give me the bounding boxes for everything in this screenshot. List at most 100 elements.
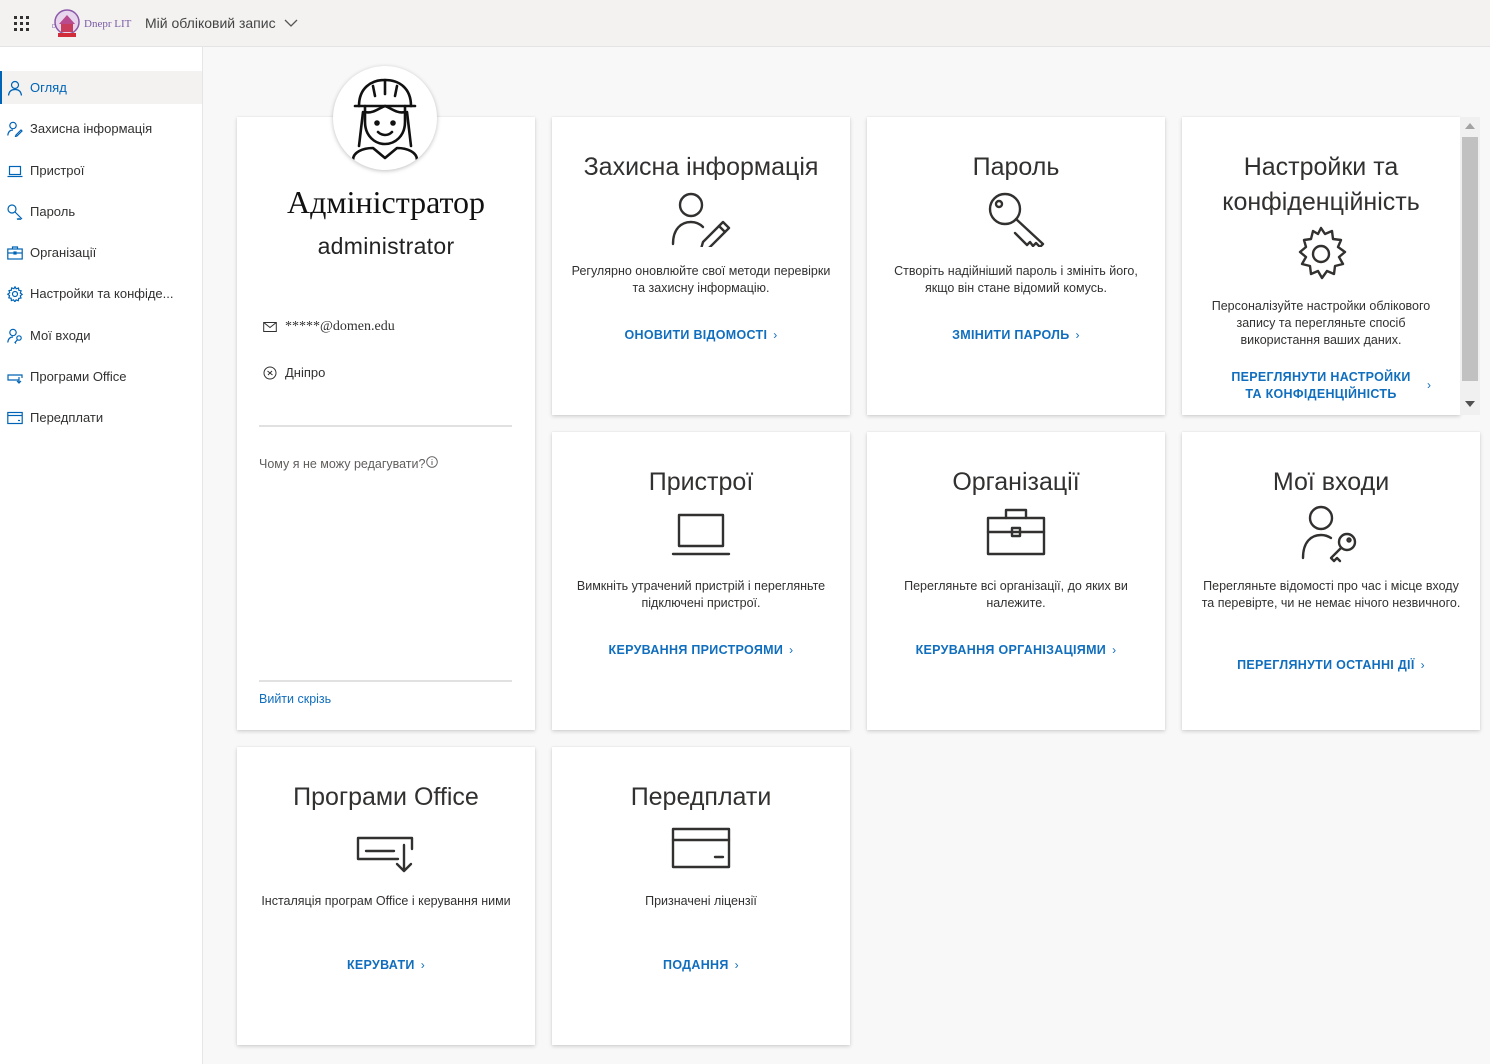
my-signins-card: Мої входи Перегляньте відомості про час … [1182,432,1480,730]
scroll-thumb[interactable] [1462,137,1478,381]
card-description: Перегляньте відомості про час і місце вх… [1201,579,1461,610]
sidebar-item-office-apps[interactable]: Програми Office [0,360,202,393]
mail-icon [263,322,277,332]
chevron-right-icon: › [1112,643,1117,657]
account-menu-dropdown[interactable]: Мій обліковий запис [145,15,298,31]
sidebar-item-label: Пристрої [30,162,85,178]
person-key-icon [1301,504,1361,569]
scroll-up-icon[interactable] [1465,123,1475,129]
card-link-label: КЕРУВАННЯ ОРГАНІЗАЦІЯМИ [915,643,1107,657]
person-icon [7,80,23,96]
card-description: Призначені ліцензії [645,894,757,908]
subscriptions-card: Передплати Призначені ліцензії ПОДАННЯ › [552,747,850,1045]
key-icon [987,191,1045,252]
card-link-label: ЗМІНИТИ ПАРОЛЬ [952,328,1070,342]
laptop-icon [671,512,731,563]
card-description: Перегляньте всі організації, до яких ви … [904,579,1128,610]
sidebar-item-label: Пароль [30,203,76,219]
svg-text:D: D [52,24,56,30]
card-title: Захисна інформація [583,153,819,181]
avatar[interactable] [333,66,437,170]
sidebar-item-label: Передплати [30,410,104,426]
profile-divider [259,425,512,427]
sidebar-item-subscriptions[interactable]: Передплати [0,401,202,434]
profile-location-row: Дніпро [263,365,325,380]
password-card: Пароль Створіть надійніший пароль і змін… [867,117,1165,415]
sidebar-item-devices[interactable]: Пристрої [0,154,202,187]
sidebar-item-label: Настройки та конфіде... [30,286,174,302]
why-cant-edit-label: Чому я не можу редагувати? [259,457,426,471]
why-cant-edit: Чому я не можу редагувати? [259,456,439,471]
card-title: Мої входи [1272,468,1390,496]
view-settings-privacy-link[interactable]: ПЕРЕГЛЯНУТИ НАСТРОЙКИ ТА КОНФІДЕНЦІЙНІСТ… [1182,369,1460,403]
update-info-link[interactable]: ОНОВИТИ ВІДОМОСТІ › [552,327,850,344]
card-description: Створіть надійніший пароль і змініть йог… [894,264,1138,295]
location-icon [263,366,277,379]
info-icon[interactable] [426,456,439,468]
gear-icon [1292,225,1350,288]
sidebar-item-label: Захисна інформація [30,121,153,137]
organizations-card: Організації Перегляньте всі організації,… [867,432,1165,730]
top-bar: D Dnepr LIT Мій обліковий запис [0,0,1490,47]
sidebar: Огляд Захисна інформація Пристрої Пароль… [0,47,203,1064]
profile-email: *****@domen.edu [285,319,395,334]
card-title: Пароль [972,153,1060,181]
app-launcher-icon[interactable] [12,14,32,34]
profile-divider [259,680,512,682]
sidebar-item-my-signins[interactable]: Мої входи [0,319,202,352]
card-title: Програми Office [293,783,479,811]
manage-office-apps-link[interactable]: КЕРУВАТИ › [237,957,535,974]
card-description: Інсталяція програм Office і керування ни… [261,894,511,908]
manage-devices-link[interactable]: КЕРУВАННЯ ПРИСТРОЯМИ › [552,642,850,659]
chevron-right-icon: › [1427,378,1431,392]
account-menu-label: Мій обліковий запис [145,15,276,31]
sidebar-item-label: Мої входи [30,327,91,343]
card-title: Передплати [630,783,772,811]
sign-out-everywhere-link[interactable]: Вийти скрізь [259,692,331,706]
chevron-right-icon: › [773,328,778,342]
person-key-icon [7,328,23,344]
sidebar-item-settings-privacy[interactable]: Настройки та конфіде... [0,277,202,310]
card-link-label: КЕРУВАННЯ ПРИСТРОЯМИ [608,643,784,657]
view-recent-activity-link[interactable]: ПЕРЕГЛЯНУТИ ОСТАННІ ДІЇ › [1182,657,1480,674]
sidebar-nav: Огляд Захисна інформація Пристрої Пароль… [0,71,202,443]
settings-card-scrollbar[interactable] [1460,117,1480,415]
chevron-right-icon: › [789,643,794,657]
card-link-label: ОНОВИТИ ВІДОМОСТІ [624,328,768,342]
view-subscriptions-link[interactable]: ПОДАННЯ › [552,957,850,974]
person-edit-icon [671,191,731,252]
logo-text: Dnepr LIT [84,18,132,30]
office-apps-card: Програми Office Інсталяція програм Offic… [237,747,535,1045]
devices-card: Пристрої Вимкніть утрачений пристрій і п… [552,432,850,730]
scroll-down-icon[interactable] [1465,401,1475,407]
sidebar-item-organizations[interactable]: Організації [0,236,202,269]
profile-username: administrator [317,233,455,259]
credit-card-icon [671,827,731,874]
card-link-label: КЕРУВАТИ [346,958,415,972]
change-password-link[interactable]: ЗМІНИТИ ПАРОЛЬ › [867,327,1165,344]
sidebar-item-overview[interactable]: Огляд [0,71,202,104]
card-description: Регулярно оновлюйте свої методи перевірк… [571,264,831,295]
sidebar-item-label: Програми Office [30,369,127,385]
card-link-label: ПЕРЕГЛЯНУТИ НАСТРОЙКИ ТА КОНФІДЕНЦІЙНІСТ… [1231,370,1411,401]
card-link-label: ПЕРЕГЛЯНУТИ ОСТАННІ ДІЇ [1237,658,1415,672]
profile-email-row: *****@domen.edu [263,319,395,335]
chevron-right-icon: › [1420,658,1425,672]
chevron-right-icon: › [1075,328,1080,342]
sidebar-item-label: Огляд [30,80,67,95]
laptop-icon [7,163,23,179]
card-link-label: ПОДАННЯ [663,958,729,972]
sidebar-item-label: Організації [30,245,97,261]
sidebar-item-password[interactable]: Пароль [0,195,202,228]
manage-organizations-link[interactable]: КЕРУВАННЯ ОРГАНІЗАЦІЯМИ › [867,642,1165,659]
chevron-right-icon: › [734,958,739,972]
card-description: Вимкніть утрачений пристрій і перегляньт… [576,579,826,610]
sidebar-item-security-info[interactable]: Захисна інформація [0,112,202,145]
office-install-icon [356,831,416,880]
card-title: Настройки та конфіденційність [1222,153,1420,216]
profile-card: Адміністратор administrator *****@domen.… [237,117,535,730]
security-info-card: Захисна інформація Регулярно оновлюйте с… [552,117,850,415]
card-icon [7,410,23,426]
profile-location: Дніпро [285,365,326,380]
chevron-down-icon [284,19,298,27]
